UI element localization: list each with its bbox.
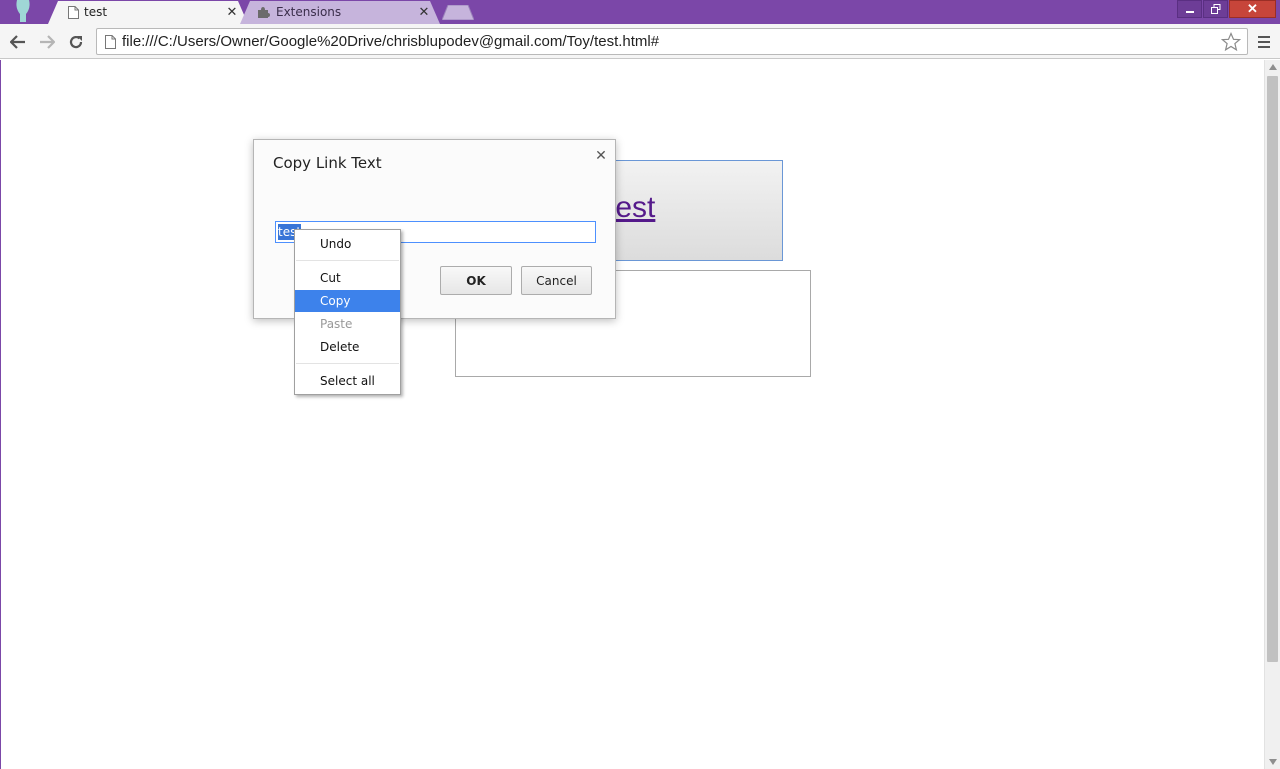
address-url: file:///C:/Users/Owner/Google%20Drive/ch… bbox=[122, 33, 660, 50]
context-menu: Undo Cut Copy Paste Delete Select all bbox=[294, 229, 401, 395]
tab-extensions[interactable]: Extensions ✕ bbox=[240, 1, 440, 24]
new-tab-button[interactable] bbox=[442, 5, 474, 20]
scroll-up-arrow-icon[interactable] bbox=[1269, 64, 1277, 70]
menu-item-copy[interactable]: Copy bbox=[295, 290, 400, 312]
address-bar[interactable]: file:///C:/Users/Owner/Google%20Drive/ch… bbox=[96, 28, 1248, 55]
cancel-button[interactable]: Cancel bbox=[521, 266, 592, 295]
menu-item-select-all[interactable]: Select all bbox=[295, 370, 400, 392]
menu-item-delete[interactable]: Delete bbox=[295, 336, 400, 358]
browser-title-bar: test ✕ Extensions ✕ ✕ bbox=[0, 0, 1280, 24]
page-icon bbox=[105, 35, 116, 49]
minimize-button[interactable] bbox=[1177, 0, 1202, 18]
browser-toolbar: file:///C:/Users/Owner/Google%20Drive/ch… bbox=[0, 24, 1280, 59]
tab-label: test bbox=[84, 5, 108, 19]
back-arrow-icon bbox=[10, 35, 25, 49]
page-icon bbox=[68, 6, 79, 19]
bookmark-star-icon[interactable] bbox=[1221, 32, 1241, 52]
minimize-icon bbox=[1185, 11, 1194, 13]
profile-avatar-icon[interactable] bbox=[14, 0, 32, 22]
close-icon[interactable]: ✕ bbox=[595, 148, 607, 162]
close-window-button[interactable]: ✕ bbox=[1229, 0, 1276, 18]
scrollbar-thumb[interactable] bbox=[1267, 76, 1278, 662]
dialog-title: Copy Link Text bbox=[273, 154, 382, 172]
restore-icon bbox=[1210, 4, 1220, 14]
forward-arrow-icon bbox=[40, 35, 55, 49]
vertical-scrollbar[interactable] bbox=[1264, 60, 1280, 769]
menu-item-paste: Paste bbox=[320, 317, 353, 331]
scroll-down-arrow-icon[interactable] bbox=[1269, 759, 1277, 765]
reload-icon bbox=[69, 35, 83, 49]
ok-button[interactable]: OK bbox=[440, 266, 512, 295]
menu-item-cut[interactable]: Cut bbox=[295, 267, 400, 289]
tab-test[interactable]: test ✕ bbox=[48, 1, 248, 24]
forward-button[interactable] bbox=[36, 31, 58, 53]
menu-item-undo[interactable]: Undo bbox=[295, 233, 400, 255]
tab-close-icon[interactable]: ✕ bbox=[418, 5, 430, 19]
page-viewport: test bbox=[0, 60, 1264, 769]
reload-button[interactable] bbox=[65, 31, 87, 53]
tab-label: Extensions bbox=[276, 5, 342, 19]
puzzle-piece-icon bbox=[258, 7, 270, 18]
menu-divider bbox=[296, 260, 399, 261]
menu-divider bbox=[296, 363, 399, 364]
back-button[interactable] bbox=[7, 31, 29, 53]
restore-button[interactable] bbox=[1203, 0, 1228, 18]
tab-close-icon[interactable]: ✕ bbox=[226, 5, 238, 19]
close-icon: ✕ bbox=[1247, 1, 1258, 16]
chrome-menu-icon[interactable] bbox=[1256, 34, 1272, 50]
